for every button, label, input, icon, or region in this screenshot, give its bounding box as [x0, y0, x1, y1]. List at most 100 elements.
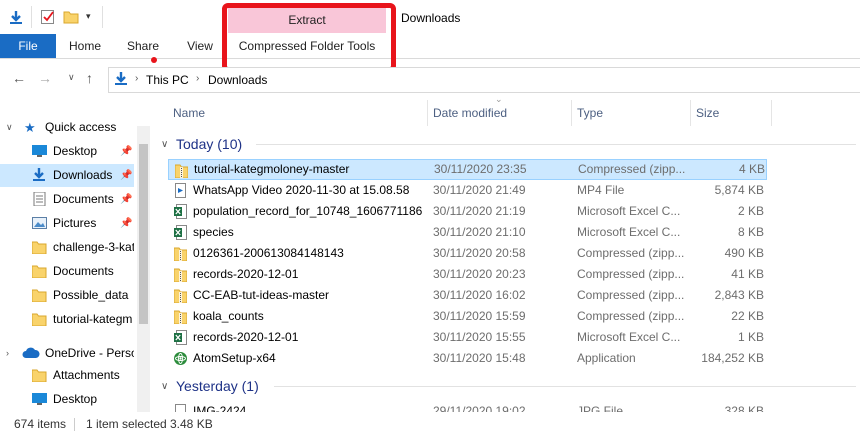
file-date: 30/11/2020 15:48	[433, 351, 526, 365]
file-size: 490 KB	[724, 246, 764, 260]
sidebar-scrollbar-thumb[interactable]	[139, 144, 148, 324]
file-name: koala_counts	[193, 309, 264, 323]
sidebar-item-possible-data[interactable]: Possible_data	[0, 284, 134, 307]
sidebar-item-label: Desktop	[53, 144, 98, 158]
group-header-today[interactable]: Today (10)	[176, 136, 242, 152]
back-arrow-icon[interactable]: ←	[12, 70, 26, 86]
desktop-icon	[32, 393, 47, 405]
properties-icon[interactable]	[8, 9, 24, 25]
file-row[interactable]: AtomSetup-x64 30/11/2020 15:48 Application…	[168, 348, 765, 369]
pin-icon[interactable]: 📌	[120, 212, 132, 235]
file-type: Compressed (zipp...	[577, 288, 685, 302]
sidebar-item-desktop[interactable]: Desktop 📌	[0, 140, 134, 163]
file-name: 0126361-200613084148143	[193, 246, 344, 260]
zip-folder-icon	[174, 247, 187, 261]
file-row[interactable]: records-2020-12-01 30/11/2020 20:23 Compre…	[168, 264, 765, 285]
tab-file[interactable]: File	[0, 34, 56, 58]
sidebar-item-challenge-3[interactable]: challenge-3-kat	[0, 236, 134, 259]
sidebar-item-downloads[interactable]: Downloads 📌	[0, 164, 134, 187]
column-header-size[interactable]: Size	[696, 106, 719, 120]
column-header-type[interactable]: Type	[577, 106, 603, 120]
address-row: ← → ∨ ↑ › This PC › Downloads	[0, 64, 860, 94]
tab-share[interactable]: Share	[120, 34, 166, 58]
sidebar-item-label: Downloads	[53, 168, 113, 182]
chevron-down-icon[interactable]: ∨	[6, 116, 13, 139]
chevron-down-icon[interactable]: ∨	[161, 139, 168, 150]
pictures-icon	[32, 217, 47, 229]
file-name: records-2020-12-01	[193, 330, 299, 344]
file-row[interactable]: tutorial-kategmoloney-master 30/11/2020 2…	[168, 159, 767, 180]
tab-home[interactable]: Home	[62, 34, 108, 58]
ribbon-tabs: File Home Share View Compressed Folder T…	[0, 34, 860, 59]
status-selection-size: 3.48 KB	[170, 417, 213, 431]
excel-icon	[174, 225, 187, 240]
address-bar[interactable]: › This PC › Downloads	[108, 67, 860, 93]
file-size: 1 KB	[737, 330, 764, 344]
tab-view[interactable]: View	[177, 34, 223, 58]
recent-locations-icon[interactable]: ∨	[68, 72, 75, 83]
file-type: Microsoft Excel C...	[577, 225, 681, 239]
breadcrumb-this-pc[interactable]: This PC	[146, 73, 189, 87]
column-header-name[interactable]: Name	[173, 106, 205, 120]
forward-arrow-icon[interactable]: →	[38, 70, 52, 86]
column-header-date[interactable]: Date modified	[433, 106, 507, 120]
title-bar: ▾ Extract Downloads	[0, 0, 860, 34]
sidebar-item-documents[interactable]: Documents 📌	[0, 188, 134, 211]
sidebar-item-pictures[interactable]: Pictures 📌	[0, 212, 134, 235]
sidebar-item-label: tutorial-kategm	[53, 312, 133, 326]
sidebar-item-documents-folder[interactable]: Documents	[0, 260, 134, 283]
file-row[interactable]: koala_counts 30/11/2020 15:59 Compressed (…	[168, 306, 765, 327]
file-name: AtomSetup-x64	[193, 351, 276, 365]
chevron-right-icon[interactable]: ›	[6, 342, 9, 365]
sidebar-item-tutorial[interactable]: tutorial-kategm	[0, 308, 134, 331]
file-type: MP4 File	[577, 183, 625, 197]
file-date: 30/11/2020 15:55	[433, 330, 526, 344]
annotation-highlight-box	[222, 3, 396, 72]
sidebar-item-quick-access[interactable]: ∨ ★ Quick access	[0, 116, 134, 139]
sidebar-item-attachments[interactable]: Attachments	[0, 364, 134, 387]
file-name: IMG-2424	[193, 404, 247, 412]
column-divider	[690, 100, 691, 126]
chevron-down-icon[interactable]: ∨	[161, 381, 168, 392]
pin-icon[interactable]: 📌	[120, 140, 132, 163]
sidebar-item-label: OneDrive - Perso	[45, 346, 134, 360]
sidebar-item-onedrive-desktop[interactable]: Desktop	[0, 388, 134, 411]
sidebar-item-onedrive[interactable]: › OneDrive - Perso	[0, 342, 134, 365]
divider	[74, 418, 75, 431]
column-divider	[771, 100, 772, 126]
desktop-icon	[32, 145, 47, 157]
quick-access-dropdown-icon[interactable]: ▾	[86, 11, 91, 22]
file-size: 8 KB	[737, 225, 764, 239]
sidebar-item-label: Attachments	[53, 368, 120, 382]
pin-icon[interactable]: 📌	[120, 164, 132, 187]
sidebar-item-label: Desktop	[53, 392, 98, 406]
file-date: 30/11/2020 20:58	[433, 246, 526, 260]
file-row[interactable]: CC-EAB-tut-ideas-master 30/11/2020 16:02 C…	[168, 285, 765, 306]
file-row[interactable]: WhatsApp Video 2020-11-30 at 15.08.58 30/…	[168, 180, 765, 201]
sort-indicator-icon: ⌄	[495, 96, 503, 104]
file-row[interactable]: IMG-2424 29/11/2020 19:02 JPG File 328 KB	[168, 401, 765, 412]
file-row[interactable]: records-2020-12-01 30/11/2020 15:55 Micros…	[168, 327, 765, 348]
new-folder-icon[interactable]	[63, 9, 79, 25]
atom-app-icon	[174, 352, 187, 365]
pin-icon[interactable]: 📌	[120, 188, 132, 211]
breadcrumb-downloads[interactable]: Downloads	[208, 73, 267, 87]
file-type: Application	[577, 351, 636, 365]
file-size: 2,843 KB	[714, 288, 764, 302]
file-row[interactable]: 0126361-200613084148143 30/11/2020 20:58 C…	[168, 243, 765, 264]
group-header-yesterday[interactable]: Yesterday (1)	[176, 378, 259, 394]
file-type: Microsoft Excel C...	[577, 330, 681, 344]
checklist-icon[interactable]	[40, 9, 56, 25]
file-row[interactable]: species 30/11/2020 21:10 Microsoft Excel C…	[168, 222, 765, 243]
file-date: 30/11/2020 21:10	[433, 225, 526, 239]
file-type: JPG File	[577, 404, 624, 412]
file-size: 5,874 KB	[714, 183, 764, 197]
video-file-icon	[175, 183, 186, 198]
file-row[interactable]: population_record_for_10748_1606771186..…	[168, 201, 765, 222]
folder-icon	[32, 313, 47, 326]
divider	[102, 6, 103, 28]
file-size: 4 KB	[738, 162, 765, 176]
group-divider	[256, 144, 856, 145]
up-arrow-icon[interactable]: ↑	[86, 70, 93, 86]
sidebar-item-label: Quick access	[45, 120, 117, 134]
